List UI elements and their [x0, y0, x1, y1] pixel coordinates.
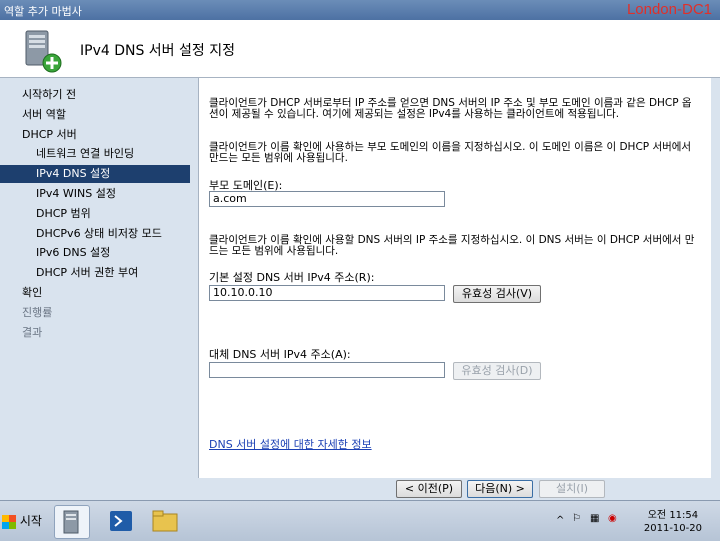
nav-step-item[interactable]: IPv4 WINS 설정 [0, 185, 190, 203]
wizard-content: 클라이언트가 DHCP 서버로부터 IP 주소를 얻으면 DNS 서버의 IP … [198, 78, 711, 478]
nav-step-item[interactable]: 서버 역할 [0, 106, 190, 124]
clock-time: 오전 11:54 [647, 510, 699, 521]
nav-step-item[interactable]: DHCPv6 상태 비저장 모드 [0, 225, 190, 243]
nav-step-item[interactable]: 시작하기 전 [0, 86, 190, 104]
nav-step-item[interactable]: DHCP 범위 [0, 205, 190, 223]
preferred-dns-label: 기본 설정 DNS 서버 IPv4 주소(R): [209, 271, 375, 284]
title-bar: 역할 추가 마법사 London-DC1 [0, 0, 720, 20]
clock[interactable]: 오전 11:54 2011-10-20 [644, 509, 702, 535]
validate-alternate-button[interactable]: 유효성 검사(D) [453, 362, 541, 380]
taskbar-server-manager[interactable] [54, 505, 90, 539]
clock-date: 2011-10-20 [643, 523, 702, 534]
wizard-steps-nav: 시작하기 전서버 역할 DHCP 서버 네트워크 연결 바인딩 IPv4 DNS 설정… [0, 78, 198, 478]
dns-description: 클라이언트가 이름 확인에 사용할 DNS 서버의 IP 주소를 지정하십시오.… [209, 234, 695, 257]
flag-icon[interactable]: ⚐ [572, 513, 581, 524]
nav-step-item[interactable]: DHCP 서버 권한 부여 [0, 264, 190, 282]
server-manager-icon [63, 510, 79, 534]
validate-button[interactable]: 유효성 검사(V) [453, 285, 541, 303]
alternate-dns-input[interactable] [209, 362, 445, 378]
wizard-footer: < 이전(P) 다음(N) > 설치(I) [0, 478, 720, 500]
install-button[interactable]: 설치(I) [539, 480, 605, 498]
nav-step-item[interactable]: 네트워크 연결 바인딩 [0, 145, 190, 163]
server-add-icon [25, 30, 62, 73]
window-title: 역할 추가 마법사 [4, 5, 82, 18]
page-heading: IPv4 DNS 서버 설정 지정 [80, 43, 235, 59]
tray-arrow-icon[interactable]: ^ [556, 515, 564, 526]
powershell-icon [110, 511, 132, 531]
nav-step-item[interactable]: 확인 [0, 284, 190, 302]
taskbar-explorer[interactable] [148, 505, 182, 537]
back-button[interactable]: < 이전(P) [396, 480, 462, 498]
taskbar: 시작 ^ ⚐ ▦ ◉ 오전 11:54 2011-10-20 [0, 500, 720, 541]
nav-step-item: 결과 [22, 325, 43, 339]
nav-step-item[interactable]: IPv6 DNS 설정 [0, 244, 190, 262]
nav-step-item[interactable]: IPv4 DNS 설정 [0, 165, 190, 184]
parent-domain-description: 클라이언트가 이름 확인에 사용하는 부모 도메인의 이름을 지정하십시오. 이… [209, 141, 692, 164]
network-icon[interactable]: ▦ [590, 513, 599, 524]
nav-step-item: 진행률 [22, 305, 53, 319]
cancel-button-area [614, 480, 680, 498]
taskbar-powershell[interactable] [104, 505, 138, 537]
more-info-link[interactable]: DNS 서버 설정에 대한 자세한 정보 [209, 436, 372, 452]
nav-step-item[interactable]: DHCP 서버 [0, 126, 190, 144]
wizard-header: IPv4 DNS 서버 설정 지정 [0, 20, 720, 78]
hostname-label: London-DC1 [626, 1, 712, 18]
preferred-dns-input[interactable]: 10.10.0.10 [209, 285, 445, 301]
next-button[interactable]: 다음(N) > [467, 480, 533, 498]
parent-domain-input[interactable]: a.com [209, 191, 445, 207]
alternate-dns-label: 대체 DNS 서버 IPv4 주소(A): [209, 348, 351, 361]
windows-logo-icon [2, 514, 16, 529]
start-label: 시작 [19, 514, 42, 528]
folder-icon [152, 510, 178, 532]
intro-text: 클라이언트가 DHCP 서버로부터 IP 주소를 얻으면 DNS 서버의 IP … [209, 97, 692, 120]
volume-icon[interactable]: ◉ [608, 513, 617, 524]
start-button[interactable]: 시작 [2, 509, 46, 533]
system-tray: ^ ⚐ ▦ ◉ 오전 11:54 2011-10-20 [550, 505, 720, 537]
